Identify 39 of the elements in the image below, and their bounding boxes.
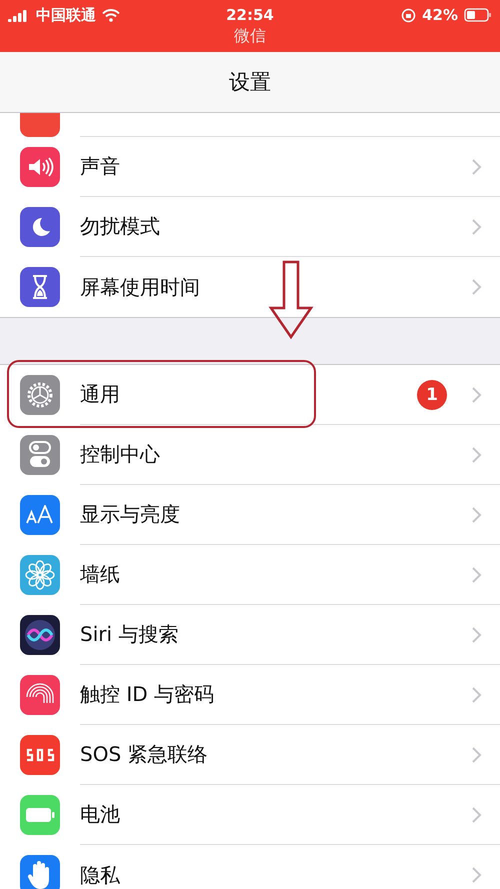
battery-percent: 42% xyxy=(422,6,458,24)
chevron-icon xyxy=(471,446,482,464)
chevron-icon xyxy=(471,278,482,296)
setting-label[interactable]: 屏幕使用时间 xyxy=(80,274,471,300)
setting-label[interactable]: 声音 xyxy=(80,153,471,180)
carrier-name: 中国联通 xyxy=(36,6,96,24)
battery-status-icon xyxy=(464,8,492,22)
text-size-icon xyxy=(25,505,55,525)
setting-label[interactable]: 隐私 xyxy=(80,862,471,888)
setting-label[interactable]: 控制中心 xyxy=(80,441,471,468)
setting-label[interactable]: 墙纸 xyxy=(80,561,471,588)
battery-icon xyxy=(25,807,55,823)
chevron-icon xyxy=(471,626,482,644)
notification-badge: 1 xyxy=(417,380,447,410)
chevron-icon xyxy=(471,746,482,764)
chevron-icon xyxy=(471,158,482,176)
chevron-icon xyxy=(471,686,482,704)
wifi-icon xyxy=(102,8,120,22)
setting-label[interactable]: 勿扰模式 xyxy=(80,213,471,240)
hourglass-icon xyxy=(30,274,50,300)
chevron-icon xyxy=(471,506,482,524)
chevron-icon xyxy=(471,218,482,236)
chevron-icon xyxy=(471,866,482,884)
sos-icon xyxy=(24,747,56,763)
toggles-icon xyxy=(28,440,52,470)
setting-label[interactable]: SOS 紧急联络 xyxy=(80,741,471,768)
setting-label[interactable]: 通用 xyxy=(80,381,417,408)
chevron-icon xyxy=(471,566,482,584)
chevron-icon xyxy=(471,386,482,404)
setting-label[interactable]: 显示与亮度 xyxy=(80,501,471,528)
app-label: 微信 xyxy=(234,26,266,47)
clock-time: 22:54 xyxy=(226,6,274,24)
speaker-icon xyxy=(26,155,54,179)
setting-label[interactable]: Siri 与搜索 xyxy=(80,621,471,648)
chevron-icon xyxy=(471,806,482,824)
page-title: 设置 xyxy=(229,69,271,96)
setting-label[interactable]: 触控 ID 与密码 xyxy=(80,681,471,708)
rotation-lock-icon xyxy=(401,8,416,22)
setting-label[interactable]: 电池 xyxy=(80,801,471,828)
